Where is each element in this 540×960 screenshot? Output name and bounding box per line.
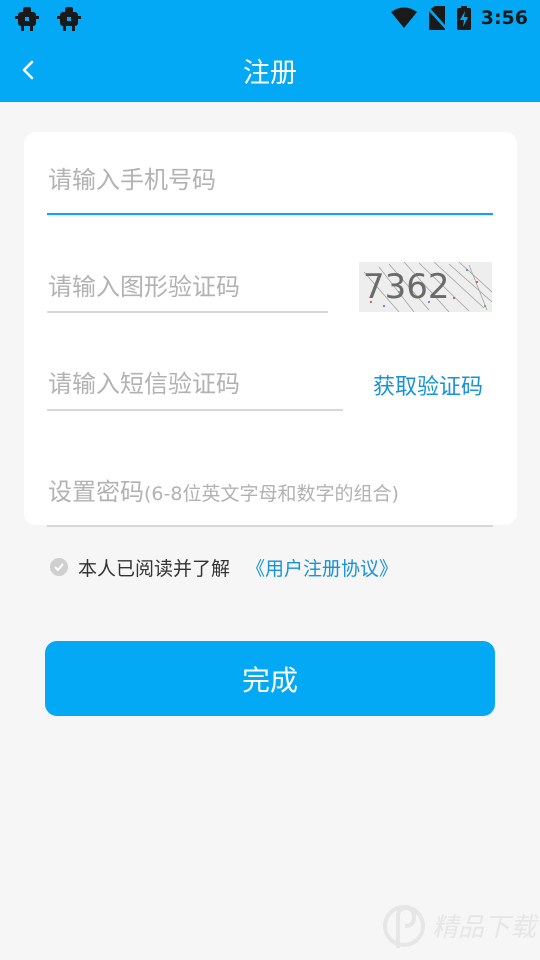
password-input-underline [47, 525, 493, 527]
status-time: 3:56 [480, 7, 528, 29]
status-notifications [12, 4, 84, 34]
captcha-image[interactable]: 7362 [359, 262, 492, 312]
password-placeholder: 设置密码 [48, 478, 144, 506]
done-button[interactable]: 完成 [45, 641, 495, 716]
agreement-checkbox[interactable] [50, 558, 68, 576]
watermark-logo: 精品下载 [383, 905, 539, 948]
password-input[interactable]: 设置密码(6-8位英文字母和数字的组合) [48, 472, 399, 507]
agreement-row: 本人已阅读并了解 《用户注册协议》 [50, 552, 398, 582]
bug-icon [57, 7, 81, 31]
app-bar: 注册 [0, 38, 540, 102]
wifi-icon [390, 7, 417, 28]
status-system: 3:56 [390, 6, 528, 30]
no-sim-icon [426, 6, 447, 30]
captcha-input-underline [47, 311, 328, 313]
agreement-text: 本人已阅读并了解 [78, 557, 231, 580]
captcha-input[interactable]: 请输入图形验证码 [48, 267, 240, 302]
status-bar: 3:56 [0, 0, 540, 38]
check-icon [54, 563, 64, 572]
sms-code-input[interactable]: 请输入短信验证码 [48, 364, 240, 399]
get-sms-code-button[interactable]: 获取验证码 [373, 369, 483, 401]
battery-charging-icon [456, 6, 471, 30]
sms-code-input-underline [47, 409, 343, 411]
user-agreement-link[interactable]: 《用户注册协议》 [246, 554, 398, 581]
page-title: 注册 [243, 58, 297, 89]
captcha-code: 7362 [363, 267, 450, 307]
phone-input[interactable]: 请输入手机号码 [48, 160, 216, 195]
watermark-text: 精品下载 [432, 913, 539, 943]
bug-icon [15, 7, 39, 31]
password-hint: (6-8位英文字母和数字的组合) [144, 483, 399, 505]
phone-input-underline [47, 213, 493, 215]
